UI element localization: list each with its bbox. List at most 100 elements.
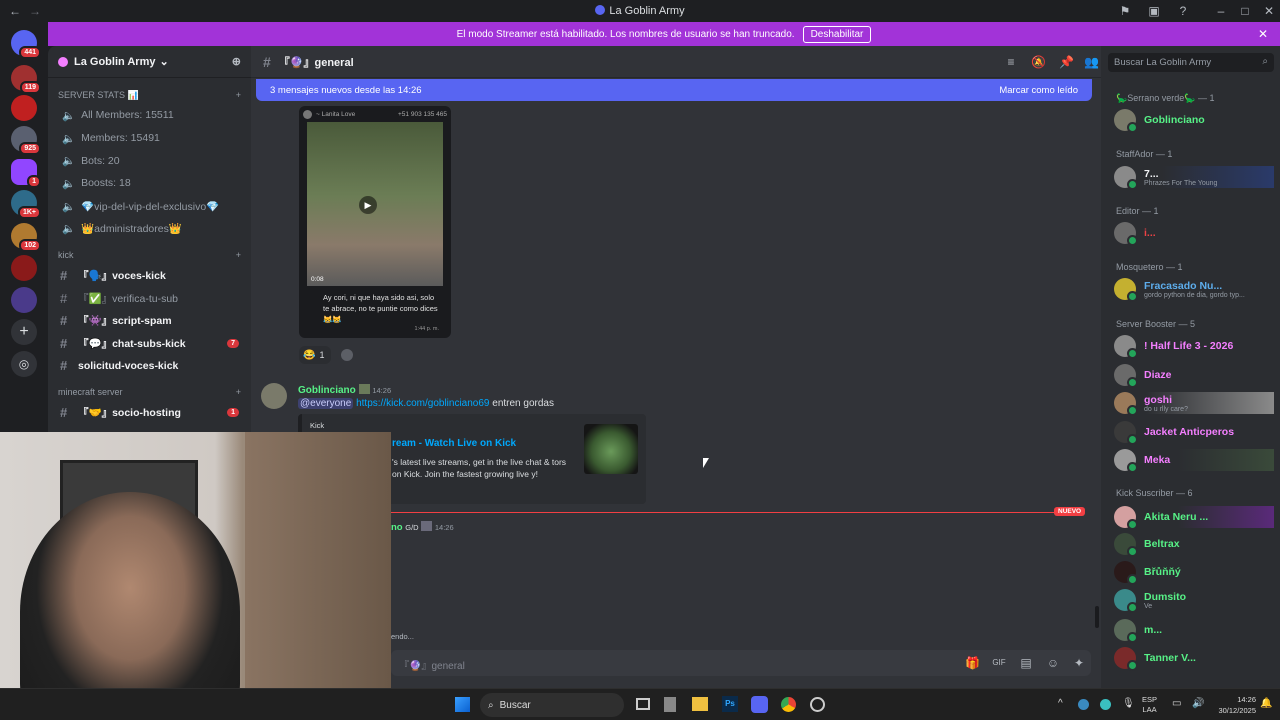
- voice-channel[interactable]: 🔈 💎vip-del-vip-del-exclusivo💎: [48, 195, 251, 218]
- volume-icon[interactable]: 🔊: [1192, 698, 1204, 709]
- server-icon[interactable]: 119: [11, 65, 41, 94]
- task-view-icon[interactable]: [636, 698, 650, 710]
- member-item[interactable]: 7... Phrazes For The Young: [1114, 166, 1274, 190]
- add-channel-icon[interactable]: +: [236, 387, 241, 397]
- gift-icon[interactable]: 🎁: [965, 656, 980, 670]
- server-icon[interactable]: 102: [11, 223, 41, 252]
- voice-channel[interactable]: 🔈 Bots: 20: [48, 149, 251, 172]
- add-server-button[interactable]: +: [11, 319, 37, 345]
- channel-voces-kick[interactable]: # 『🗣️』voces-kick: [48, 264, 251, 287]
- language-indicator[interactable]: ESP LAA: [1142, 695, 1157, 715]
- voice-channel[interactable]: 🔈 All Members: 15511: [48, 104, 251, 127]
- video-attachment[interactable]: ~ Lanita Love +51 903 135 465 ▶ 0:08 Ay …: [299, 106, 451, 338]
- play-icon[interactable]: ▶: [359, 196, 377, 214]
- member-list-icon[interactable]: 👥: [1084, 55, 1099, 69]
- gif-icon[interactable]: GIF: [992, 656, 1006, 670]
- channel-chat-subs-kick[interactable]: # 『💬』chat-subs-kick 7: [48, 332, 251, 355]
- help-icon[interactable]: ?: [1176, 4, 1190, 18]
- server-icon[interactable]: [11, 95, 37, 121]
- maximize-icon[interactable]: □: [1238, 4, 1252, 18]
- channel-verifica-tu-sub[interactable]: # 『✅』verifica-tu-sub: [48, 287, 251, 310]
- notification-bell-icon[interactable]: 🔔: [1260, 698, 1272, 709]
- emoji-icon[interactable]: ☺: [1046, 656, 1060, 670]
- video-thumbnail[interactable]: ▶ 0:08: [307, 122, 443, 286]
- add-member-icon[interactable]: ⊕: [232, 55, 241, 68]
- taskbar-search[interactable]: ⌕ Buscar: [480, 693, 624, 717]
- avatar: [1114, 392, 1138, 416]
- kick-link[interactable]: https://kick.com/goblinciano69: [356, 398, 489, 409]
- server-header[interactable]: La Goblin Army ⌄ ⊕: [48, 46, 251, 78]
- inbox-icon[interactable]: ⚑: [1118, 4, 1132, 18]
- mark-read-button[interactable]: Marcar como leído: [999, 85, 1078, 96]
- file-explorer-icon[interactable]: [692, 697, 708, 711]
- home-button[interactable]: 441: [11, 30, 41, 59]
- server-icon[interactable]: [11, 287, 37, 313]
- new-messages-bar[interactable]: 3 mensajes nuevos desde las 14:26 Marcar…: [256, 79, 1092, 101]
- minimize-icon[interactable]: –: [1214, 4, 1228, 18]
- user-avatar[interactable]: [261, 383, 287, 409]
- microphone-icon[interactable]: 🎙: [1122, 698, 1135, 709]
- add-channel-icon[interactable]: +: [236, 90, 241, 100]
- tray-app-icon[interactable]: [1078, 699, 1089, 710]
- member-item[interactable]: Tanner V...: [1114, 647, 1274, 671]
- category-minecraft[interactable]: minecraft server +: [48, 383, 251, 401]
- member-item[interactable]: goshi do u rlly care?: [1114, 392, 1274, 416]
- avatar: [1114, 364, 1138, 388]
- member-item[interactable]: Břůňňý: [1114, 561, 1274, 585]
- embed-title[interactable]: ream - Watch Live on Kick: [392, 438, 516, 449]
- tray-chevron-icon[interactable]: ^: [1058, 698, 1063, 709]
- voice-channel[interactable]: 🔈 Members: 15491: [48, 127, 251, 150]
- windows-start-icon[interactable]: [455, 697, 470, 712]
- channel-script-spam[interactable]: # 『👾』script-spam: [48, 309, 251, 332]
- disable-streamer-button[interactable]: Deshabilitar: [802, 25, 872, 43]
- sticker-icon[interactable]: ▤: [1019, 656, 1033, 670]
- chrome-icon[interactable]: [781, 697, 796, 712]
- member-item[interactable]: Meka: [1114, 449, 1274, 473]
- channel-solicitud-voces-kick[interactable]: # solicitud-voces-kick: [48, 355, 251, 378]
- next-author[interactable]: no: [391, 522, 403, 533]
- member-item[interactable]: Dumsito Ve: [1114, 589, 1274, 613]
- server-icon[interactable]: 925: [11, 126, 41, 155]
- mute-icon[interactable]: 🔕: [1031, 55, 1046, 69]
- apps-icon[interactable]: ✦: [1072, 656, 1086, 670]
- next-message-header: no G/D 14:26: [391, 521, 454, 533]
- app-icon[interactable]: [664, 697, 676, 712]
- category-server-stats[interactable]: SERVER STATS 📊 +: [48, 86, 251, 104]
- member-item[interactable]: Fracasado Nu... gordo python de dia, gord…: [1114, 278, 1274, 302]
- server-icon[interactable]: 1: [11, 159, 41, 188]
- member-item[interactable]: Beltrax: [1114, 533, 1274, 557]
- channel-socio-hosting[interactable]: # 『🤝』socio-hosting 1: [48, 401, 251, 424]
- message-composer[interactable]: 『🔮』general 🎁 GIF ▤ ☺ ✦: [391, 650, 1091, 676]
- member-item[interactable]: Diaze: [1114, 364, 1274, 388]
- member-item[interactable]: Akita Neru ...: [1114, 506, 1274, 530]
- member-item[interactable]: Goblinciano: [1114, 109, 1274, 133]
- voice-channel[interactable]: 🔈 Boosts: 18: [48, 172, 251, 195]
- member-item[interactable]: i...: [1114, 222, 1274, 246]
- tray-app-icon[interactable]: [1100, 699, 1111, 710]
- close-banner-icon[interactable]: ✕: [1258, 27, 1268, 41]
- stream-icon[interactable]: ▣: [1147, 4, 1161, 18]
- category-kick[interactable]: kick +: [48, 246, 251, 264]
- voice-channel[interactable]: 🔈 👑administradores👑: [48, 217, 251, 240]
- network-icon[interactable]: ▭: [1172, 698, 1181, 709]
- photoshop-icon[interactable]: Ps: [722, 696, 738, 712]
- clock[interactable]: 14:26 30/12/2025: [1208, 694, 1256, 716]
- search-input[interactable]: Buscar La Goblin Army ⌕: [1108, 53, 1274, 72]
- obs-icon[interactable]: [810, 697, 825, 712]
- close-window-icon[interactable]: ✕: [1262, 4, 1276, 18]
- message-author[interactable]: Goblinciano: [298, 385, 356, 396]
- reaction-pill[interactable]: 😂 1: [299, 346, 331, 364]
- threads-icon[interactable]: ≡: [1004, 55, 1018, 69]
- member-item[interactable]: m...: [1114, 619, 1274, 643]
- pin-icon[interactable]: 📌: [1059, 55, 1074, 69]
- scrollbar[interactable]: [1095, 606, 1099, 628]
- member-item[interactable]: Jacket Anticperos: [1114, 421, 1274, 445]
- server-icon[interactable]: 1K+: [11, 190, 41, 219]
- member-item[interactable]: ! Half Life 3 - 2026: [1114, 335, 1274, 359]
- server-icon[interactable]: [11, 255, 37, 281]
- add-channel-icon[interactable]: +: [236, 250, 241, 260]
- discord-taskbar-icon[interactable]: [751, 696, 768, 713]
- add-reaction-icon[interactable]: [341, 349, 353, 361]
- discover-button[interactable]: ◎: [11, 351, 37, 377]
- everyone-mention[interactable]: @everyone: [298, 398, 354, 409]
